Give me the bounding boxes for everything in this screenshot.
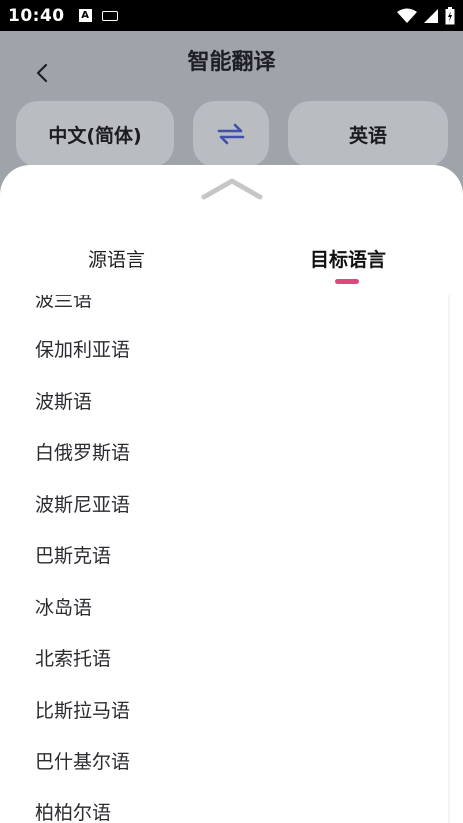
list-item[interactable]: 波斯语 (35, 387, 92, 417)
list-item[interactable]: 巴什基尔语 (35, 747, 130, 777)
keyboard-icon (101, 10, 118, 21)
status-system-icons (397, 6, 455, 25)
list-item[interactable]: 比斯拉马语 (35, 696, 130, 726)
tab-source-language[interactable]: 源语言 (88, 245, 145, 272)
battery-icon (445, 6, 455, 24)
status-time: 10:40 (8, 5, 65, 26)
swap-languages-button[interactable] (193, 101, 269, 167)
chevron-up-icon (201, 178, 263, 200)
tab-target-language[interactable]: 目标语言 (310, 245, 386, 272)
signal-icon (424, 8, 438, 23)
wifi-icon (397, 8, 417, 23)
list-item[interactable]: 白俄罗斯语 (35, 438, 130, 468)
language-picker-sheet: 源语言 目标语言 波兰语 保加利亚语 波斯语 白俄罗斯语 波斯尼亚语 巴斯克语 … (0, 165, 463, 823)
list-item[interactable]: 巴斯克语 (35, 541, 111, 571)
status-notifications: A (78, 9, 118, 22)
list-item[interactable]: 波兰语 (35, 295, 92, 315)
list-item[interactable]: 冰岛语 (35, 593, 92, 623)
a-notification-icon: A (78, 9, 92, 22)
collapse-sheet-button[interactable] (200, 175, 264, 201)
language-list[interactable]: 波兰语 保加利亚语 波斯语 白俄罗斯语 波斯尼亚语 巴斯克语 冰岛语 北索托语 … (12, 295, 450, 823)
status-bar: 10:40 A (0, 0, 463, 31)
list-item[interactable]: 波斯尼亚语 (35, 490, 130, 520)
language-tabs: 源语言 目标语言 (0, 237, 463, 287)
list-item[interactable]: 北索托语 (35, 644, 111, 674)
source-language-button[interactable]: 中文(简体) (16, 101, 174, 167)
list-item[interactable]: 柏柏尔语 (35, 798, 111, 823)
page-title: 智能翻译 (187, 50, 276, 75)
swap-arrows-icon (217, 123, 245, 145)
target-language-button[interactable]: 英语 (288, 101, 448, 167)
language-list-content: 波兰语 保加利亚语 波斯语 白俄罗斯语 波斯尼亚语 巴斯克语 冰岛语 北索托语 … (12, 295, 448, 823)
list-item[interactable]: 保加利亚语 (35, 335, 130, 365)
active-tab-indicator (335, 279, 359, 284)
